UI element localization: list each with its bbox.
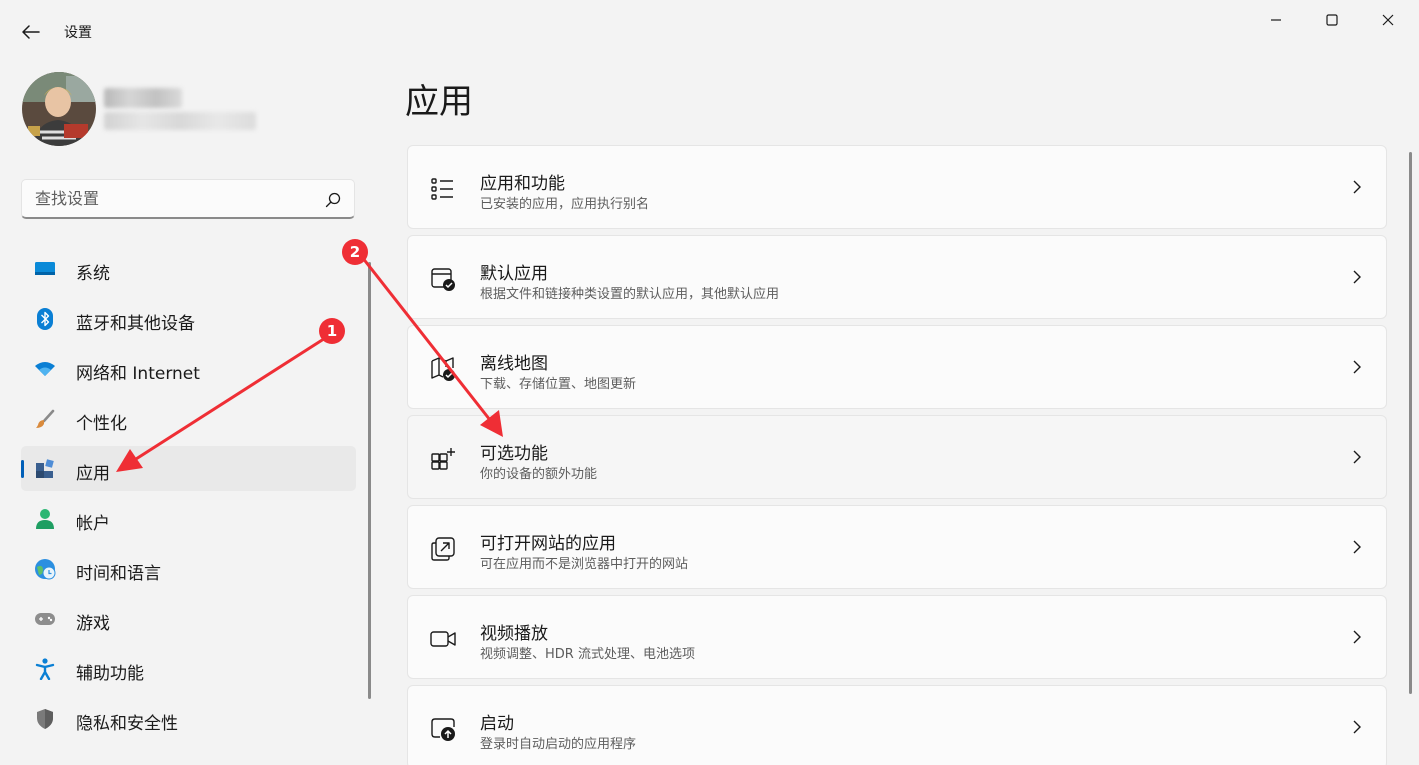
wifi-icon [34,358,56,380]
globe-clock-icon [34,558,56,580]
card-apps-for-websites[interactable]: 可打开网站的应用 可在应用而不是浏览器中打开的网站 [407,505,1387,589]
maximize-button[interactable] [1309,6,1355,34]
optional-features-icon [431,448,455,470]
accessibility-icon [34,658,56,680]
active-indicator [21,460,24,478]
main-scrollbar[interactable] [1409,152,1412,694]
shield-icon [34,708,56,730]
sidebar-item-label: 系统 [76,264,110,284]
gamepad-icon [34,608,56,630]
chevron-right-icon [1353,540,1361,554]
card-optional-features[interactable]: 可选功能 你的设备的额外功能 [407,415,1387,499]
card-subtitle: 下载、存储位置、地图更新 [480,377,637,392]
close-icon [1382,14,1394,26]
apps-list-icon [431,178,453,200]
sidebar-item-accessibility[interactable]: 辅助功能 [21,646,356,691]
card-subtitle: 根据文件和链接种类设置的默认应用，其他默认应用 [480,287,780,302]
minimize-icon [1271,19,1281,21]
card-subtitle: 你的设备的额外功能 [480,467,598,482]
card-default-apps[interactable]: 默认应用 根据文件和链接种类设置的默认应用，其他默认应用 [407,235,1387,319]
startup-icon [431,718,455,741]
back-button[interactable] [16,18,46,46]
search-icon[interactable] [324,191,342,209]
settings-card-list: 应用和功能 已安装的应用，应用执行别名 默认应用 根据文件和链接种类设置的默认应… [407,145,1387,765]
sidebar-item-privacy[interactable]: 隐私和安全性 [21,696,356,741]
sidebar-nav: 系统 蓝牙和其他设备 网络和 Internet 个性化 应用 帐户 时间和语言 … [21,246,356,746]
sidebar-item-label: 游戏 [76,614,110,634]
minimize-button[interactable] [1253,6,1299,34]
card-video-playback[interactable]: 视频播放 视频调整、HDR 流式处理、电池选项 [407,595,1387,679]
sidebar-item-label: 辅助功能 [76,664,144,684]
sidebar-item-label: 时间和语言 [76,564,161,584]
sidebar-item-time-language[interactable]: 时间和语言 [21,546,356,591]
search-box[interactable] [21,179,355,219]
annotation-badge-2: 2 [342,239,368,265]
avatar[interactable] [22,72,96,146]
card-startup[interactable]: 启动 登录时自动启动的应用程序 [407,685,1387,765]
sidebar-item-personalization[interactable]: 个性化 [21,396,356,441]
chevron-right-icon [1353,450,1361,464]
sidebar-item-bluetooth[interactable]: 蓝牙和其他设备 [21,296,356,341]
card-subtitle: 视频调整、HDR 流式处理、电池选项 [480,647,695,662]
card-apps-features[interactable]: 应用和功能 已安装的应用，应用执行别名 [407,145,1387,229]
bluetooth-icon [34,308,56,330]
card-title: 可打开网站的应用 [480,534,616,554]
sidebar-item-label: 个性化 [76,414,127,434]
sidebar-item-apps[interactable]: 应用 [21,446,356,491]
annotation-badge-1: 1 [319,318,345,344]
chevron-right-icon [1353,630,1361,644]
sidebar-item-label: 隐私和安全性 [76,714,178,734]
open-website-icon [431,537,455,561]
card-title: 应用和功能 [480,174,565,194]
card-title: 离线地图 [480,354,548,374]
profile-email-redacted [104,112,256,130]
system-display-icon [34,258,56,280]
page-title: 应用 [405,82,473,122]
sidebar-item-accounts[interactable]: 帐户 [21,496,356,541]
card-title: 视频播放 [480,624,548,644]
card-offline-maps[interactable]: 离线地图 下载、存储位置、地图更新 [407,325,1387,409]
sidebar-item-label: 帐户 [76,514,110,534]
sidebar-item-label: 蓝牙和其他设备 [76,314,195,334]
arrow-left-icon [22,25,40,39]
profile-name-redacted [104,88,182,108]
sidebar-item-system[interactable]: 系统 [21,246,356,291]
card-subtitle: 登录时自动启动的应用程序 [480,737,637,752]
title-bar: 设置 [0,0,1419,62]
sidebar-item-label: 应用 [76,464,110,484]
search-input[interactable] [35,189,315,208]
chevron-right-icon [1353,270,1361,284]
sidebar-item-network[interactable]: 网络和 Internet [21,346,356,391]
card-subtitle: 可在应用而不是浏览器中打开的网站 [480,557,689,572]
sidebar-scrollbar[interactable] [368,262,371,699]
sidebar-item-gaming[interactable]: 游戏 [21,596,356,641]
video-camera-icon [430,631,456,647]
app-title: 设置 [64,25,92,41]
chevron-right-icon [1353,360,1361,374]
apps-icon [34,458,56,480]
account-icon [34,508,56,530]
card-title: 默认应用 [480,264,548,284]
card-subtitle: 已安装的应用，应用执行别名 [480,197,650,212]
brush-icon [34,408,56,430]
card-title: 可选功能 [480,444,548,464]
offline-map-icon [431,357,455,381]
close-button[interactable] [1365,6,1411,34]
chevron-right-icon [1353,180,1361,194]
default-apps-icon [431,268,455,291]
sidebar-item-label: 网络和 Internet [76,364,200,384]
card-title: 启动 [480,714,514,734]
chevron-right-icon [1353,720,1361,734]
maximize-icon [1326,14,1338,26]
